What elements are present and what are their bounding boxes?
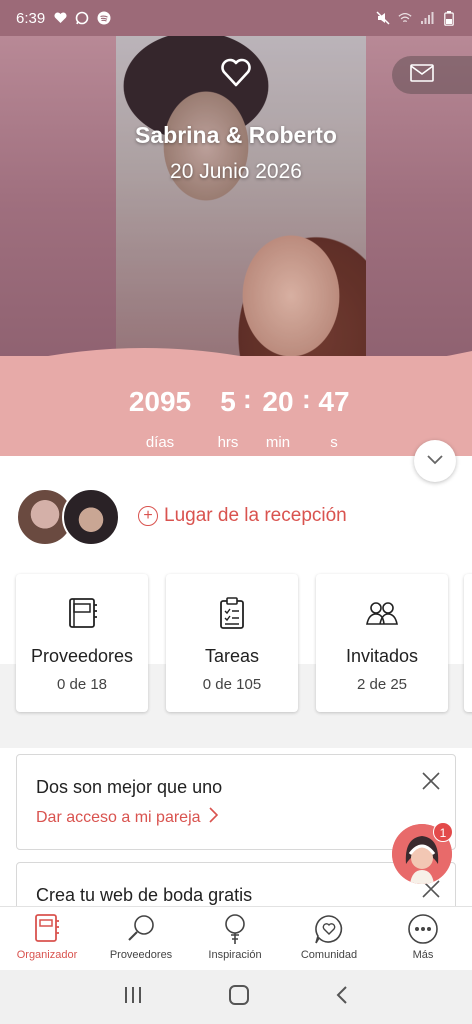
plus-icon: + <box>138 506 158 526</box>
nav-comunidad[interactable]: Comunidad <box>282 907 376 971</box>
nav-organizador[interactable]: Organizador <box>0 907 94 971</box>
countdown-minutes-label: min <box>265 434 291 451</box>
wedding-date: 20 Junio 2026 <box>170 160 302 183</box>
status-bar: 6:39 <box>0 0 472 36</box>
card-proveedores[interactable]: Proveedores 0 de 18 <box>16 574 148 712</box>
nav-label: Organizador <box>16 949 78 961</box>
heart-icon <box>53 11 67 25</box>
card-title: Invitados <box>345 646 419 666</box>
card-count: 0 de 18 <box>56 676 108 693</box>
countdown-separator: : <box>243 384 252 414</box>
countdown-days: 2095 <box>128 386 192 417</box>
card-tareas[interactable]: Tareas 0 de 105 <box>166 574 298 712</box>
countdown-minutes: 20 <box>262 386 294 417</box>
countdown-seconds-label: s <box>330 434 338 451</box>
system-nav-bar <box>0 970 472 1024</box>
promo-partner-access[interactable]: Dos son mejor que uno Dar acceso a mi pa… <box>16 754 456 850</box>
chevron-down-icon <box>427 452 443 470</box>
whatsapp-icon <box>75 11 89 25</box>
back-icon[interactable] <box>335 985 349 1010</box>
countdown-separator: : <box>302 384 311 414</box>
envelope-icon <box>410 63 434 87</box>
guests-icon <box>316 596 448 632</box>
card-invitados[interactable]: Invitados 2 de 25 <box>316 574 448 712</box>
close-icon[interactable] <box>421 771 441 791</box>
checklist-icon <box>166 596 298 632</box>
expand-button[interactable] <box>414 440 456 482</box>
promo-title: Crea tu web de boda gratis <box>36 885 253 905</box>
countdown-days-label: días <box>145 434 175 451</box>
card-next-partial[interactable] <box>464 574 472 712</box>
couple-avatars[interactable] <box>16 488 126 548</box>
mail-button[interactable] <box>392 56 472 94</box>
chat-heart-icon <box>282 913 376 947</box>
bottom-nav: Organizador Proveedores Inspiración Comu… <box>0 906 472 970</box>
section-divider <box>0 736 472 748</box>
wifi-icon <box>398 11 412 25</box>
countdown-hours: 5 <box>220 386 236 417</box>
nav-mas[interactable]: Más <box>376 907 470 971</box>
hero-section: Sabrina & Roberto 20 Junio 2026 2095 5 :… <box>0 36 472 456</box>
nav-inspiracion[interactable]: Inspiración <box>188 907 282 971</box>
mute-icon <box>376 11 390 25</box>
promo-title: Dos son mejor que uno <box>36 777 223 797</box>
bulb-icon <box>188 913 282 947</box>
nav-label: Comunidad <box>300 949 358 961</box>
card-count: 2 de 25 <box>356 676 408 693</box>
search-icon <box>94 913 188 947</box>
nav-proveedores[interactable]: Proveedores <box>94 907 188 971</box>
promo-link-label: Dar acceso a mi pareja <box>36 808 201 826</box>
countdown: 2095 5 : 20 : 47 días hrs min s <box>0 382 472 456</box>
partner-access-link[interactable]: Dar acceso a mi pareja <box>36 807 218 828</box>
nav-label: Más <box>412 949 434 961</box>
countdown-seconds: 47 <box>318 386 350 417</box>
nav-label: Inspiración <box>208 949 262 961</box>
signal-icon <box>420 11 434 25</box>
heart-icon <box>219 56 253 90</box>
spotify-icon <box>97 11 111 25</box>
more-icon <box>376 913 470 947</box>
notebook-icon <box>0 913 94 947</box>
chevron-right-icon <box>208 807 218 828</box>
notebook-icon <box>16 596 148 632</box>
card-title: Proveedores <box>30 646 134 666</box>
venue-label: Lugar de la recepción <box>164 505 347 526</box>
card-count: 0 de 105 <box>202 676 262 693</box>
countdown-hours-label: hrs <box>217 434 239 451</box>
avatar <box>62 488 120 546</box>
status-time: 6:39 <box>16 9 46 27</box>
home-icon[interactable] <box>228 984 250 1011</box>
nav-label: Proveedores <box>109 949 173 961</box>
couple-names: Sabrina & Roberto <box>135 122 337 148</box>
recent-apps-icon[interactable] <box>123 986 143 1009</box>
battery-icon <box>442 10 456 26</box>
venue-link[interactable]: + Lugar de la recepción <box>138 505 347 527</box>
notification-badge: 1 <box>433 822 453 842</box>
card-title: Tareas <box>204 646 260 666</box>
